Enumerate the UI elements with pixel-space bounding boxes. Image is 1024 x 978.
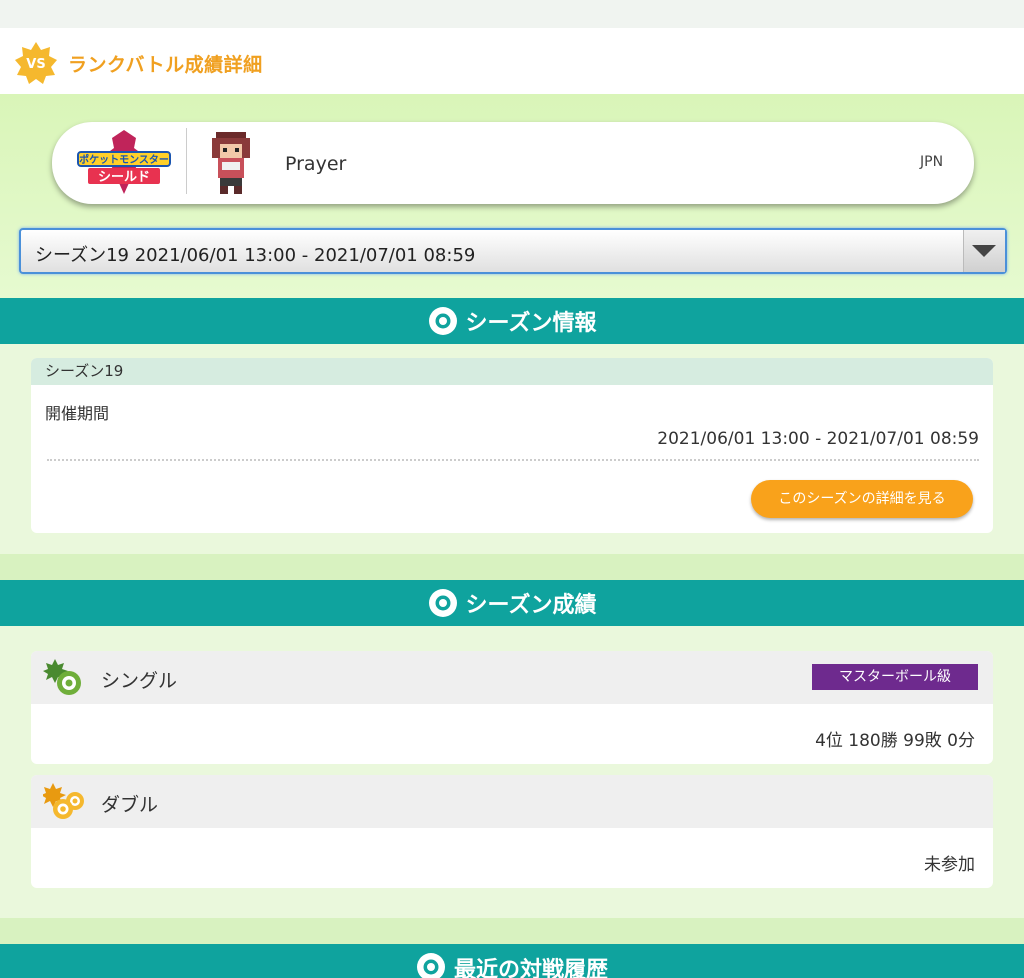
pokeball-icon — [428, 307, 457, 335]
section-title: 最近の対戦履歴 — [453, 958, 608, 978]
profile-divider — [186, 128, 187, 194]
season-detail-button[interactable]: このシーズンの詳細を見る — [751, 480, 973, 518]
double-record-card: ダブル 未参加 — [31, 775, 993, 888]
vs-badge-icon: VS — [15, 42, 57, 84]
double-record-value: 未参加 — [924, 855, 975, 875]
spacer — [0, 918, 1024, 944]
pokeball-icon — [416, 953, 445, 978]
period-label: 開催期間 — [45, 404, 110, 423]
season-select-dropdown[interactable] — [963, 230, 1005, 272]
player-name: Prayer — [285, 153, 347, 175]
season-select[interactable]: シーズン19 2021/06/01 13:00 - 2021/07/01 08:… — [19, 228, 1007, 274]
chevron-down-icon — [972, 245, 996, 257]
page-title: ランクバトル成績詳細 — [68, 54, 263, 76]
player-profile-card: ポケットモンスター シールド Prayer JPN — [52, 122, 974, 204]
single-record-header: シングル マスターボール級 — [31, 651, 993, 704]
page-header: VS ランクバトル成績詳細 — [0, 28, 1024, 94]
double-battle-icon — [43, 783, 84, 819]
player-region: JPN — [920, 154, 944, 170]
season-select-value: シーズン19 2021/06/01 13:00 - 2021/07/01 08:… — [35, 245, 476, 266]
period-value: 2021/06/01 13:00 - 2021/07/01 08:59 — [657, 429, 979, 449]
single-record-value: 4位 180勝 99敗 0分 — [815, 731, 975, 751]
section-title: シーズン成績 — [465, 593, 597, 618]
top-strip — [0, 0, 1024, 28]
player-avatar — [212, 132, 250, 194]
rank-class-badge: マスターボール級 — [812, 664, 978, 690]
single-record-card: シングル マスターボール級 4位 180勝 99敗 0分 — [31, 651, 993, 764]
svg-text:ポケットモンスター: ポケットモンスター — [79, 153, 169, 166]
divider — [47, 459, 979, 461]
svg-text:VS: VS — [26, 57, 45, 72]
section-title: シーズン情報 — [465, 311, 597, 336]
single-battle-icon — [43, 659, 81, 695]
season-info-card: シーズン19 開催期間 2021/06/01 13:00 - 2021/07/0… — [31, 358, 993, 533]
pokemon-shield-logo: ポケットモンスター シールド — [77, 130, 171, 194]
history-header: 最近の対戦履歴 — [0, 944, 1024, 978]
single-title: シングル — [101, 670, 178, 692]
svg-text:シールド: シールド — [98, 170, 150, 185]
pokeball-icon — [428, 589, 457, 617]
spacer — [0, 554, 1024, 580]
season-card-title: シーズン19 — [31, 358, 993, 385]
season-results-header: シーズン成績 — [0, 580, 1024, 626]
double-record-header: ダブル — [31, 775, 993, 828]
double-title: ダブル — [101, 794, 159, 816]
season-info-header: シーズン情報 — [0, 298, 1024, 344]
